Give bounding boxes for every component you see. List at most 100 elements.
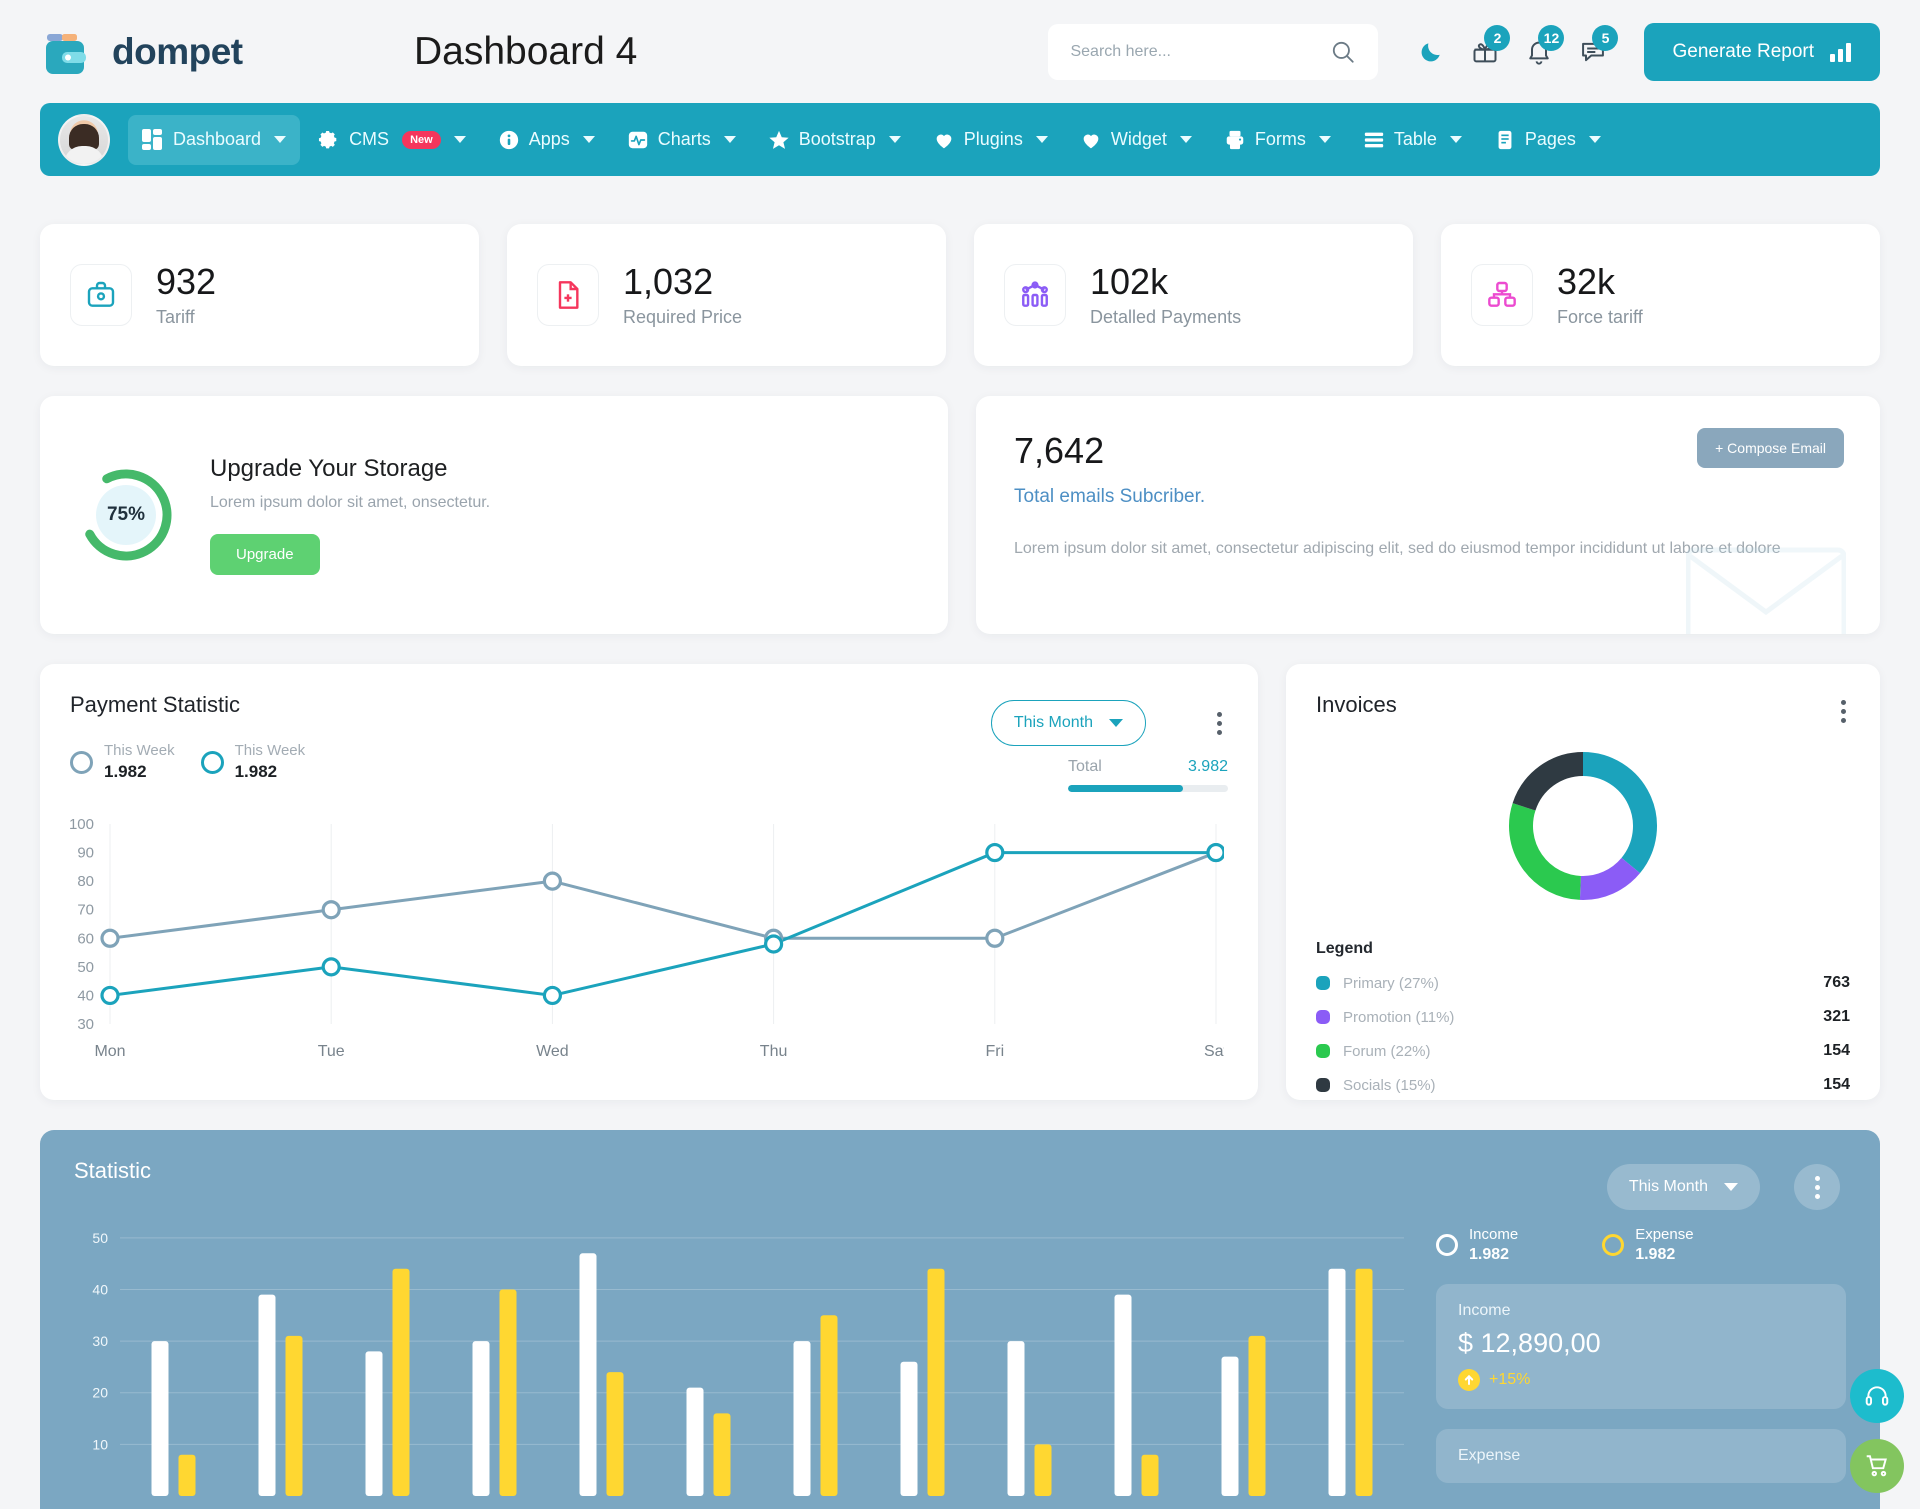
- list-icon: [1364, 132, 1384, 147]
- legend-item-income[interactable]: Income 1.982: [1436, 1226, 1518, 1264]
- total-progress-bar: [1068, 785, 1228, 792]
- svg-text:60: 60: [77, 930, 94, 947]
- brand-name: dompet: [112, 30, 243, 72]
- gifts-button[interactable]: 2: [1458, 24, 1512, 79]
- email-subtitle: Total emails Subcriber.: [1014, 486, 1206, 507]
- statistic-month-select[interactable]: This Month: [1606, 1164, 1760, 1210]
- svg-text:40: 40: [77, 987, 94, 1004]
- nav-item-apps[interactable]: Apps: [484, 115, 609, 165]
- generate-report-button[interactable]: Generate Report: [1644, 22, 1880, 81]
- moon-icon: [1422, 42, 1441, 61]
- upgrade-button[interactable]: Upgrade: [210, 534, 320, 575]
- payment-month-select[interactable]: This Month: [990, 700, 1146, 746]
- svg-text:30: 30: [77, 1016, 94, 1033]
- avatar[interactable]: [58, 113, 110, 166]
- nav-cms-badge: New: [402, 130, 441, 149]
- legend-amount: 154: [1823, 1076, 1850, 1093]
- nav-item-forms[interactable]: Forms: [1210, 115, 1345, 165]
- svg-text:Wed: Wed: [536, 1043, 569, 1060]
- legend-value: 1.982: [1635, 1246, 1676, 1263]
- legend-value: 1.982: [104, 762, 147, 781]
- invoices-legend-row[interactable]: Primary (27%) 763: [1316, 974, 1850, 992]
- statistic-title: Statistic: [74, 1158, 152, 1183]
- support-fab-button[interactable]: [1850, 1369, 1904, 1423]
- search-icon[interactable]: [1330, 39, 1356, 65]
- kpi-label: Required Price: [623, 307, 743, 328]
- legend-color-dot: [1316, 1044, 1330, 1058]
- nav-item-bootstrap[interactable]: Bootstrap: [754, 115, 915, 165]
- nav-item-plugins[interactable]: Plugins: [919, 115, 1062, 165]
- legend-item[interactable]: This Week 1.982: [200, 742, 306, 782]
- heart-icon: [936, 134, 952, 148]
- invoices-more-options[interactable]: [1841, 700, 1846, 723]
- notifications-button[interactable]: 12: [1512, 24, 1566, 79]
- legend-item[interactable]: This Week 1.982: [70, 742, 175, 782]
- invoices-legend-row[interactable]: Socials (15%) 154: [1316, 1076, 1850, 1094]
- legend-title: This Week: [234, 742, 306, 759]
- svg-text:80: 80: [77, 873, 94, 890]
- upgrade-storage-card: 75% Upgrade Your Storage Lorem ipsum dol…: [40, 396, 948, 634]
- payment-more-options[interactable]: [1217, 712, 1222, 735]
- messages-button[interactable]: 5: [1566, 24, 1620, 79]
- legend-ring-icon: [1602, 1234, 1625, 1256]
- statistic-month-label: This Month: [1628, 1178, 1708, 1195]
- kpi-label: Detalled Payments: [1090, 307, 1242, 328]
- legend-value: 1.982: [234, 762, 278, 781]
- legend-title: Expense: [1635, 1226, 1694, 1243]
- nav-item-table[interactable]: Table: [1349, 115, 1476, 165]
- search-input[interactable]: [1070, 42, 1331, 61]
- svg-text:10: 10: [92, 1436, 108, 1452]
- chevron-down-icon: [1035, 136, 1048, 143]
- svg-text:Fri: Fri: [985, 1043, 1004, 1060]
- brand-logo[interactable]: dompet: [40, 26, 352, 78]
- kpi-card-tariff[interactable]: 932 Tariff: [40, 224, 479, 366]
- chevron-down-icon: [453, 136, 466, 143]
- kpi-card-required-price[interactable]: 1,032 Required Price: [507, 224, 946, 366]
- nav-item-cms[interactable]: CMS New: [304, 115, 480, 165]
- income-amount: $ 12,890,00: [1458, 1328, 1601, 1358]
- storage-title: Upgrade Your Storage: [210, 455, 448, 482]
- income-delta: +15%: [1458, 1369, 1824, 1391]
- layers-icon: [1471, 264, 1533, 326]
- grid-icon: [142, 128, 162, 150]
- kpi-card-detailed-payments[interactable]: 102k Detalled Payments: [974, 224, 1413, 366]
- wallet-logo-icon: [40, 26, 98, 78]
- main-navigation: Dashboard CMS New Apps Charts Bootstrap …: [40, 103, 1880, 176]
- kpi-card-force-tariff[interactable]: 32k Force tariff: [1441, 224, 1880, 366]
- legend-item-expense[interactable]: Expense 1.982: [1602, 1226, 1694, 1264]
- info-icon: [499, 130, 518, 149]
- legend-ring-icon: [70, 750, 93, 774]
- svg-text:Sat: Sat: [1204, 1043, 1224, 1060]
- svg-text:90: 90: [77, 845, 94, 862]
- payment-statistic-card: Payment Statistic This Week 1.982 This W…: [40, 664, 1258, 1100]
- chevron-down-icon: [1724, 1183, 1738, 1191]
- svg-text:20: 20: [92, 1385, 108, 1401]
- compose-email-button[interactable]: + Compose Email: [1697, 428, 1844, 468]
- nav-label-pages: Pages: [1524, 129, 1576, 149]
- legend-color-dot: [1316, 976, 1330, 990]
- statistic-bar-chart: 50 40 30 20 10: [92, 1230, 1404, 1496]
- mid-row: 75% Upgrade Your Storage Lorem ipsum dol…: [40, 396, 1880, 634]
- svg-text:Mon: Mon: [94, 1043, 125, 1060]
- nav-item-dashboard[interactable]: Dashboard: [128, 114, 301, 165]
- nav-item-pages[interactable]: Pages: [1480, 115, 1615, 165]
- svg-text:50: 50: [92, 1230, 108, 1246]
- income-summary-box: Income $ 12,890,00 +15%: [1436, 1284, 1846, 1409]
- invoices-title: Invoices: [1316, 692, 1397, 717]
- chevron-down-icon: [274, 136, 287, 143]
- page-title: Dashboard 4: [414, 29, 638, 73]
- chat-badge: 5: [1592, 24, 1619, 51]
- nav-item-widget[interactable]: Widget: [1066, 115, 1206, 165]
- cart-fab-button[interactable]: [1850, 1439, 1904, 1493]
- payment-legend: This Week 1.982 This Week 1.982: [70, 742, 1228, 782]
- chevron-down-icon: [1449, 136, 1462, 143]
- nav-item-charts[interactable]: Charts: [613, 115, 750, 165]
- statistic-more-options[interactable]: [1794, 1164, 1840, 1210]
- invoices-legend-row[interactable]: Promotion (11%) 321: [1316, 1008, 1850, 1026]
- payment-total: Total 3.982: [1068, 758, 1228, 792]
- invoices-legend-row[interactable]: Forum (22%) 154: [1316, 1042, 1850, 1060]
- svg-text:100: 100: [69, 816, 94, 833]
- kpi-label: Tariff: [156, 307, 195, 328]
- search-box[interactable]: [1048, 23, 1379, 80]
- dark-mode-toggle[interactable]: [1404, 25, 1458, 79]
